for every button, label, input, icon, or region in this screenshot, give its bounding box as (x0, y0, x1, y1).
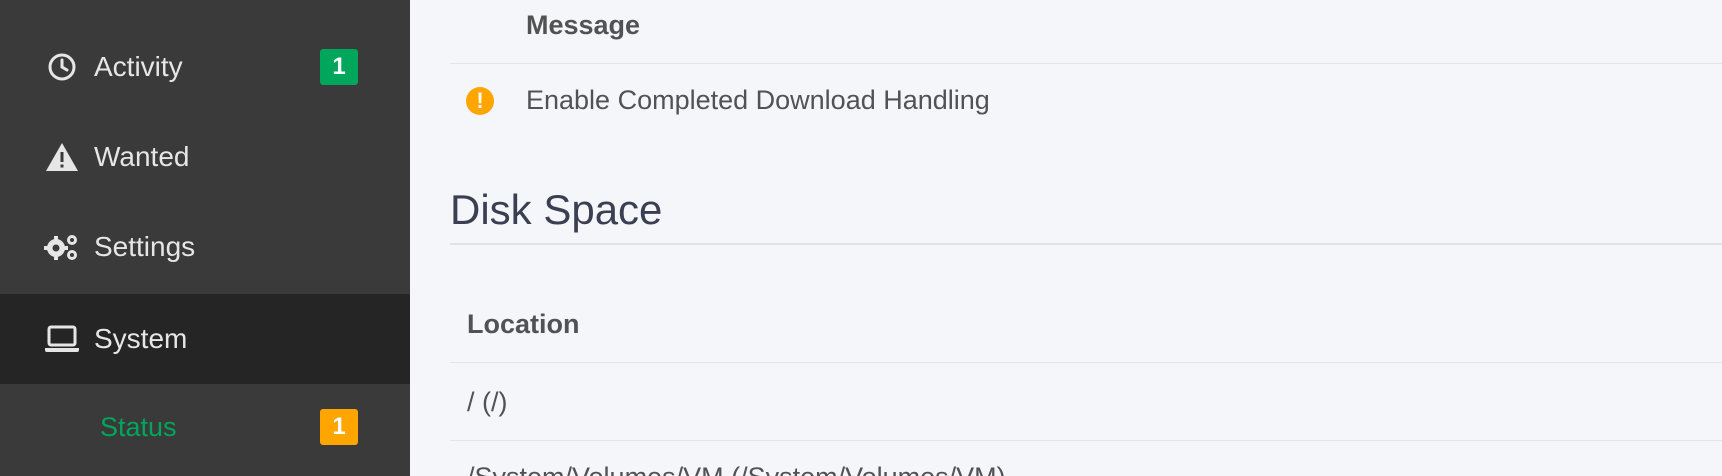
sidebar-item-wanted[interactable]: Wanted (0, 112, 410, 202)
warning-icon (44, 139, 80, 175)
section-divider (450, 243, 1722, 245)
health-header-message: Message (526, 10, 641, 40)
sidebar-item-label: Settings (94, 231, 196, 262)
sidebar-subitem-label: Status (100, 411, 177, 442)
disk-location-cell: / (/) (467, 387, 508, 417)
sidebar-item-label: System (94, 323, 188, 354)
laptop-icon (44, 321, 80, 357)
divider (450, 362, 1722, 363)
status-count-badge: 1 (320, 409, 358, 445)
sidebar-item-system[interactable]: System (0, 294, 410, 384)
main-content: Message ! Enable Completed Download Hand… (410, 0, 1722, 476)
disk-header-location: Location (467, 309, 580, 339)
sidebar-item-activity[interactable]: Activity 1 (0, 22, 410, 112)
sidebar-item-label: Wanted (94, 141, 190, 172)
sidebar: Activity 1 Wanted Settings System Status… (0, 0, 410, 476)
sidebar-item-settings[interactable]: Settings (0, 202, 410, 292)
disk-location-cell: /System/Volumes/VM (/System/Volumes/VM) (467, 462, 1006, 476)
sidebar-subitem-status[interactable]: Status 1 (0, 384, 410, 470)
app-root: Activity 1 Wanted Settings System Status… (0, 0, 1722, 476)
divider (450, 63, 1722, 64)
section-title-disk-space: Disk Space (450, 186, 663, 233)
clock-icon (44, 49, 80, 85)
divider (450, 440, 1722, 441)
health-message-cell: Enable Completed Download Handling (526, 85, 990, 115)
warning-circle-icon: ! (466, 87, 494, 115)
activity-count-badge: 1 (320, 49, 358, 85)
gears-icon (44, 229, 80, 265)
sidebar-item-label: Activity (94, 51, 183, 82)
